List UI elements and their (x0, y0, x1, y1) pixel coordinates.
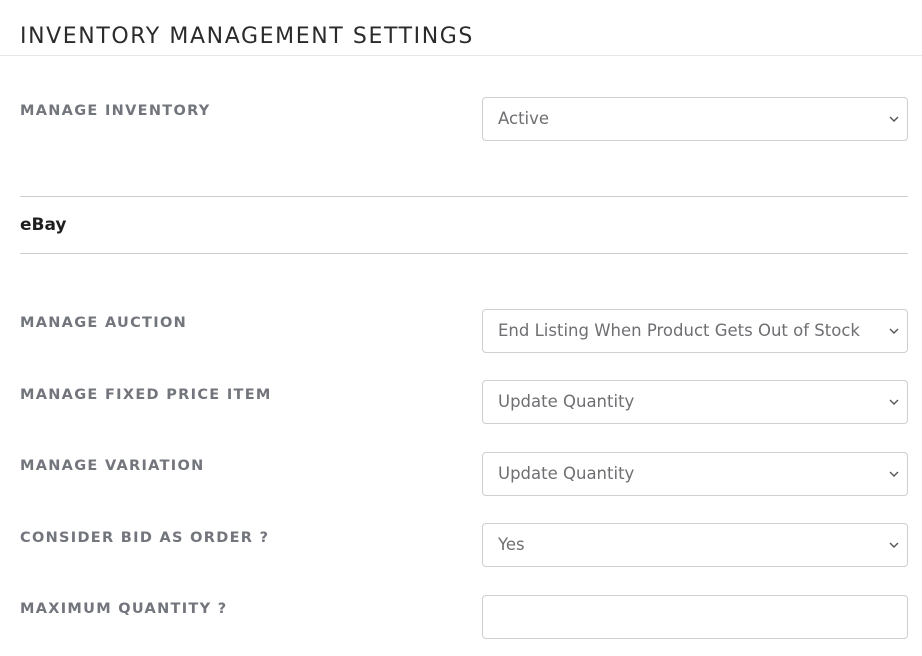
section-divider-top (20, 196, 908, 197)
manage-inventory-selected-value: Active (498, 109, 550, 128)
manage-variation-select[interactable]: Update Quantity (482, 452, 908, 496)
chevron-down-icon (889, 328, 899, 334)
page-header: INVENTORY MANAGEMENT SETTINGS (0, 0, 922, 56)
manage-fixed-price-item-label: MANAGE FIXED PRICE ITEM (20, 387, 272, 403)
chevron-down-icon (889, 399, 899, 405)
page-title: INVENTORY MANAGEMENT SETTINGS (20, 24, 475, 49)
chevron-down-icon (889, 471, 899, 477)
maximum-quantity-field[interactable] (482, 595, 908, 639)
consider-bid-as-order-select[interactable]: Yes (482, 523, 908, 567)
manage-inventory-label: MANAGE INVENTORY (20, 103, 211, 119)
manage-auction-select[interactable]: End Listing When Product Gets Out of Sto… (482, 309, 908, 353)
chevron-down-icon (889, 542, 899, 548)
manage-inventory-select[interactable]: Active (482, 97, 908, 141)
chevron-down-icon (889, 116, 899, 122)
manage-variation-label: MANAGE VARIATION (20, 458, 205, 474)
ebay-section-title: eBay (20, 215, 67, 235)
section-divider-bottom (20, 253, 908, 254)
manage-fixed-price-item-selected-value: Update Quantity (498, 392, 635, 411)
manage-auction-selected-value: End Listing When Product Gets Out of Sto… (498, 321, 860, 340)
manage-variation-selected-value: Update Quantity (498, 464, 635, 483)
manage-auction-label: MANAGE AUCTION (20, 315, 188, 331)
consider-bid-as-order-label: CONSIDER BID AS ORDER ? (20, 530, 270, 546)
maximum-quantity-label: MAXIMUM QUANTITY ? (20, 601, 228, 617)
manage-fixed-price-item-select[interactable]: Update Quantity (482, 380, 908, 424)
maximum-quantity-input[interactable] (483, 596, 907, 638)
consider-bid-as-order-selected-value: Yes (498, 535, 525, 554)
